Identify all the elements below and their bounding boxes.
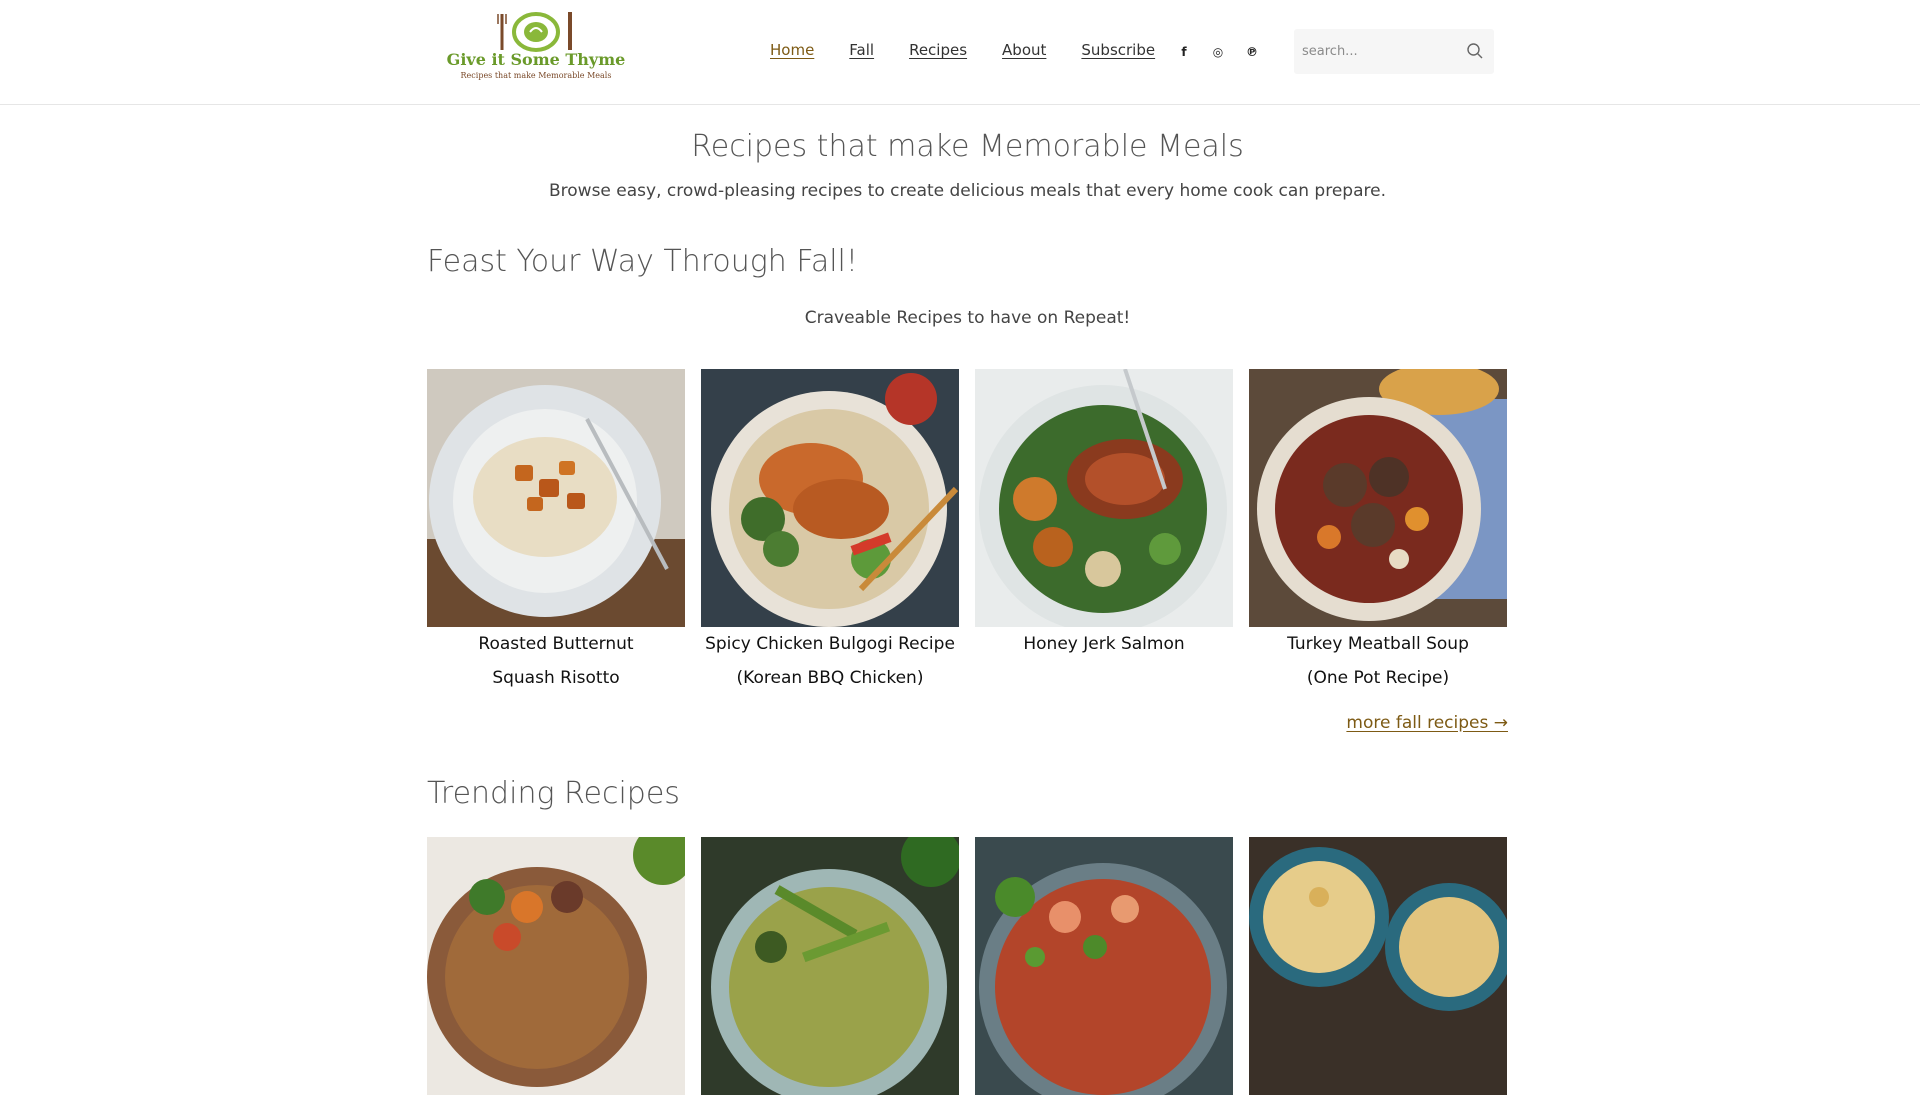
- search-input[interactable]: [1302, 40, 1452, 62]
- recipe-title-line2: Squash Risotto: [492, 668, 620, 688]
- shrimp-jambalaya-image: [975, 837, 1233, 1095]
- nav-subscribe[interactable]: Subscribe: [1081, 41, 1155, 59]
- recipe-title-line1: Turkey Meatball Soup: [1287, 634, 1469, 654]
- bulgogi-image: [701, 369, 959, 627]
- recipe-card[interactable]: [701, 837, 959, 1095]
- recipe-title: Spicy Chicken Bulgogi Recipe (Korean BBQ…: [701, 627, 959, 695]
- recipe-title: Turkey Meatball Soup (One Pot Recipe): [1249, 627, 1507, 695]
- shepherds-pie-image: [1249, 837, 1507, 1095]
- roasted-vegetables-image: [427, 837, 685, 1095]
- logo-tagline: Recipes that make Memorable Meals: [460, 71, 612, 80]
- search-box: [1294, 29, 1494, 74]
- nav-home[interactable]: Home: [770, 41, 814, 59]
- instagram-icon[interactable]: ◎: [1208, 44, 1228, 60]
- nav-fall[interactable]: Fall: [849, 41, 874, 59]
- recipe-card[interactable]: Roasted Butternut Squash Risotto: [427, 369, 685, 695]
- recipe-title-line2: (One Pot Recipe): [1306, 668, 1450, 688]
- logo-name: Give it Some Thyme: [446, 50, 626, 69]
- nav-about[interactable]: About: [1002, 41, 1046, 59]
- hero-subtitle: Browse easy, crowd-pleasing recipes to c…: [548, 181, 1386, 201]
- pinterest-icon[interactable]: ℗: [1242, 44, 1262, 60]
- fall-section-subtitle: Craveable Recipes to have on Repeat!: [804, 308, 1131, 328]
- recipe-card[interactable]: [427, 837, 685, 1095]
- logo-plate-icon: [497, 12, 572, 52]
- recipe-card[interactable]: [975, 837, 1233, 1095]
- recipe-title: Roasted Butternut Squash Risotto: [427, 627, 685, 695]
- main-nav: Home Fall Recipes About Subscribe: [770, 41, 1190, 59]
- fall-section-title: Feast Your Way Through Fall!: [427, 244, 858, 279]
- trending-section-title: Trending Recipes: [427, 776, 680, 811]
- green-bean-pasta-image: [701, 837, 959, 1095]
- salmon-image: [975, 369, 1233, 627]
- meatball-soup-image: [1249, 369, 1507, 627]
- nav-recipes[interactable]: Recipes: [909, 41, 967, 59]
- recipe-card[interactable]: [1249, 837, 1507, 1095]
- recipe-title-line2: (Korean BBQ Chicken): [736, 668, 924, 688]
- recipe-card[interactable]: Honey Jerk Salmon: [975, 369, 1233, 695]
- header-inner: Give it Some Thyme Recipes that make Mem…: [427, 0, 1508, 104]
- recipe-card[interactable]: Spicy Chicken Bulgogi Recipe (Korean BBQ…: [701, 369, 959, 695]
- trending-recipe-grid: [427, 837, 1507, 1095]
- recipe-title: Honey Jerk Salmon: [975, 627, 1233, 661]
- site-header: Give it Some Thyme Recipes that make Mem…: [0, 0, 1920, 105]
- recipe-title-line1: Honey Jerk Salmon: [1023, 634, 1185, 654]
- search-icon[interactable]: [1466, 42, 1484, 60]
- fall-recipe-grid: Roasted Butternut Squash Risotto Spicy C…: [427, 369, 1507, 695]
- site-logo[interactable]: Give it Some Thyme Recipes that make Mem…: [436, 10, 636, 82]
- social-links: f ◎ ℗: [1174, 44, 1276, 60]
- risotto-image: [427, 369, 685, 627]
- facebook-icon[interactable]: f: [1174, 44, 1194, 60]
- recipe-card[interactable]: Turkey Meatball Soup (One Pot Recipe): [1249, 369, 1507, 695]
- more-fall-recipes-link[interactable]: more fall recipes →: [1346, 713, 1508, 733]
- hero-title: Recipes that make Memorable Meals: [691, 129, 1244, 164]
- recipe-title-line1: Roasted Butternut: [478, 634, 634, 654]
- recipe-title-line1: Spicy Chicken Bulgogi Recipe: [705, 634, 955, 654]
